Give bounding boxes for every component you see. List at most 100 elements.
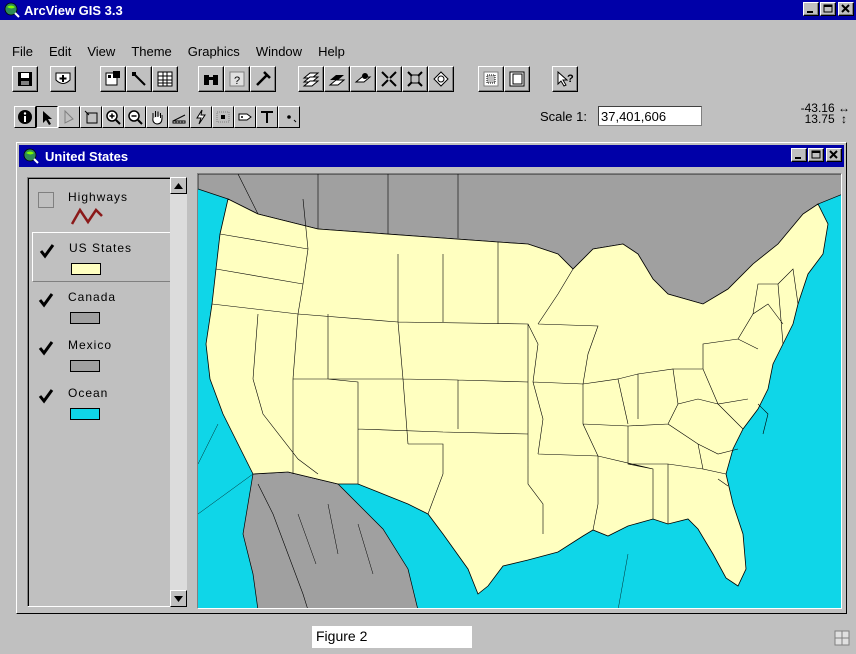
pointer-tool[interactable] xyxy=(36,106,58,128)
theme-properties-button[interactable] xyxy=(100,66,126,92)
fill-swatch xyxy=(70,360,100,372)
find-button[interactable] xyxy=(198,66,224,92)
legend-entry-ocean[interactable]: Ocean xyxy=(32,378,174,428)
legend-label: Canada xyxy=(68,290,117,304)
query-builder-button[interactable]: ? xyxy=(224,66,250,92)
hand-icon xyxy=(152,111,163,125)
menu-file[interactable]: File xyxy=(4,44,41,59)
zoom-previous-icon xyxy=(433,71,449,87)
add-theme-button[interactable] xyxy=(50,66,76,92)
dotted-grid-icon xyxy=(483,71,499,87)
menu-edit[interactable]: Edit xyxy=(41,44,79,59)
cursor-coordinates: -43.16 ↔ 13.75 ↕ xyxy=(801,102,850,126)
vertical-arrow-icon: ↕ xyxy=(841,112,847,126)
zoom-out-icon xyxy=(128,110,143,125)
menu-window[interactable]: Window xyxy=(248,44,310,59)
legend-label: Ocean xyxy=(68,386,109,400)
pointer-hammer-icon xyxy=(256,71,271,86)
layout-frame-icon xyxy=(509,71,525,87)
select-feature-tool[interactable] xyxy=(80,106,102,128)
view-minimize-button[interactable] xyxy=(791,148,807,162)
scroll-up-button[interactable] xyxy=(170,177,187,194)
zoom-to-active-themes-button[interactable] xyxy=(324,66,350,92)
zoom-to-full-extent-button[interactable] xyxy=(298,66,324,92)
maximize-button[interactable] xyxy=(820,2,836,16)
locate-address-button[interactable] xyxy=(250,66,276,92)
legend-entry-us-states[interactable]: US States xyxy=(32,232,174,282)
zoom-selected-icon xyxy=(354,73,372,83)
visibility-checkbox[interactable] xyxy=(39,243,55,259)
legend-entry-highways[interactable]: Highways xyxy=(32,182,174,232)
fill-swatch xyxy=(70,312,100,324)
menu-theme[interactable]: Theme xyxy=(123,44,179,59)
clear-selection-button[interactable] xyxy=(504,66,530,92)
close-icon xyxy=(829,150,838,159)
text-tool[interactable] xyxy=(256,106,278,128)
menu-bar: File Edit View Theme Graphics Window Hel… xyxy=(0,41,856,61)
legend-entry-mexico[interactable]: Mexico xyxy=(32,330,174,380)
coord-y: 13.75 xyxy=(804,112,835,126)
minimize-icon xyxy=(807,11,813,13)
scroll-down-button[interactable] xyxy=(170,590,187,607)
size-grip-icon[interactable] xyxy=(834,630,850,646)
hotlink-tool[interactable] xyxy=(190,106,212,128)
scale-label: Scale 1: xyxy=(540,109,587,124)
zoom-in-button[interactable] xyxy=(376,66,402,92)
arrow-down-icon xyxy=(174,595,183,602)
open-table-button[interactable] xyxy=(152,66,178,92)
point-icon xyxy=(287,115,297,123)
maximize-icon xyxy=(811,150,821,159)
menu-view[interactable]: View xyxy=(79,44,123,59)
help-button[interactable]: ? xyxy=(552,66,578,92)
view-close-button[interactable] xyxy=(826,148,842,162)
status-bar: Figure 2 xyxy=(0,620,856,654)
visibility-checkbox[interactable] xyxy=(38,292,54,308)
zoom-to-selected-button[interactable] xyxy=(350,66,376,92)
legend-label: Mexico xyxy=(68,338,113,352)
scale-field[interactable] xyxy=(598,106,702,126)
binoculars-icon xyxy=(204,75,218,85)
legend-entry-canada[interactable]: Canada xyxy=(32,282,174,332)
maximize-icon xyxy=(823,4,833,13)
select-all-button[interactable] xyxy=(478,66,504,92)
button-bar: ? ? xyxy=(4,64,852,94)
edit-legend-button[interactable] xyxy=(126,66,152,92)
zoom-out-arrows-icon xyxy=(407,71,423,87)
view-maximize-button[interactable] xyxy=(808,148,824,162)
menu-help[interactable]: Help xyxy=(310,44,353,59)
pan-tool[interactable] xyxy=(146,106,168,128)
vertex-edit-tool[interactable] xyxy=(58,106,80,128)
zoom-in-tool[interactable] xyxy=(102,106,124,128)
arrow-pointer-icon xyxy=(43,111,52,125)
label-tag-icon xyxy=(238,113,252,121)
label-tool[interactable] xyxy=(234,106,256,128)
visibility-checkbox[interactable] xyxy=(38,388,54,404)
ruler-icon xyxy=(172,114,186,124)
zoom-full-extent-icon xyxy=(302,72,320,87)
zoom-previous-button[interactable] xyxy=(428,66,454,92)
identify-tool[interactable] xyxy=(14,106,36,128)
query-builder-icon: ? xyxy=(229,71,245,87)
zoom-out-button[interactable] xyxy=(402,66,428,92)
vertex-edit-icon xyxy=(64,109,74,124)
minimize-icon xyxy=(795,157,801,159)
menu-graphics[interactable]: Graphics xyxy=(180,44,248,59)
line-symbol-icon xyxy=(70,207,103,225)
visibility-checkbox[interactable] xyxy=(38,340,54,356)
minimize-button[interactable] xyxy=(803,2,819,16)
legend-scrollbar[interactable] xyxy=(170,177,187,607)
draw-point-tool[interactable] xyxy=(278,106,300,128)
theme-properties-icon xyxy=(105,71,120,86)
app-titlebar: ArcView GIS 3.3 xyxy=(0,0,856,20)
measure-tool[interactable] xyxy=(168,106,190,128)
map-display[interactable] xyxy=(197,173,842,609)
area-of-interest-tool[interactable] xyxy=(212,106,234,128)
save-button[interactable] xyxy=(12,66,38,92)
zoom-out-tool[interactable] xyxy=(124,106,146,128)
text-t-icon xyxy=(261,111,273,123)
close-button[interactable] xyxy=(838,2,854,16)
view-window: United States Highways US States Canada … xyxy=(16,142,847,614)
visibility-checkbox[interactable] xyxy=(38,192,54,208)
add-theme-icon xyxy=(55,72,71,84)
view-titlebar[interactable]: United States xyxy=(19,145,844,167)
